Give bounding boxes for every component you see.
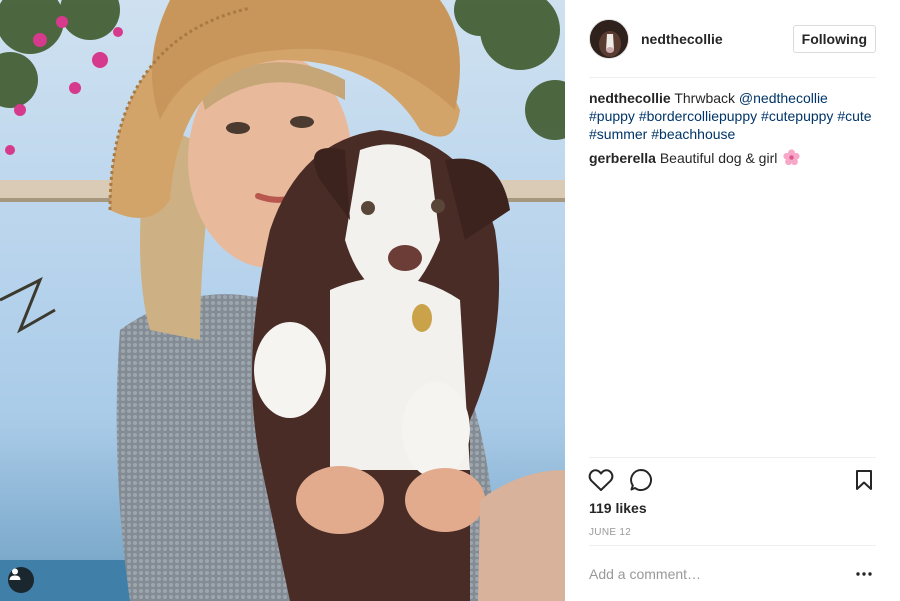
hashtag-link[interactable]: #cutepuppy xyxy=(761,108,833,124)
heart-icon xyxy=(588,469,614,491)
like-button[interactable] xyxy=(587,466,615,494)
bookmark-icon xyxy=(856,470,872,490)
hashtag-link[interactable]: #bordercolliepuppy xyxy=(639,108,757,124)
post-photo[interactable] xyxy=(0,0,565,601)
header-username[interactable]: nedthecollie xyxy=(641,31,723,47)
more-options-icon xyxy=(856,571,872,576)
hashtag-link[interactable]: #cute xyxy=(837,108,871,124)
photo-illustration xyxy=(0,0,565,601)
hashtag-link[interactable]: #puppy xyxy=(589,108,635,124)
user-tag-button[interactable] xyxy=(8,567,34,593)
post-actions xyxy=(587,466,878,494)
hashtag-link[interactable]: #summer xyxy=(589,126,647,142)
add-comment-input[interactable] xyxy=(589,561,852,586)
comment-text: Beautiful dog & girl xyxy=(659,150,778,166)
comment-username[interactable]: gerberella xyxy=(589,150,656,166)
mention-link[interactable]: @nedthecollie xyxy=(739,90,828,106)
save-button[interactable] xyxy=(850,466,878,494)
post-side-panel: nedthecollie Following nedthecollie Thrw… xyxy=(565,0,900,601)
comment-text: Thrwback xyxy=(674,90,736,106)
following-button[interactable]: Following xyxy=(792,24,876,53)
avatar-dog-image xyxy=(590,19,628,58)
profile-avatar[interactable] xyxy=(589,18,629,59)
speech-bubble-icon xyxy=(630,469,652,491)
more-options-button[interactable] xyxy=(852,562,876,586)
add-comment-section xyxy=(589,545,876,601)
comments-list: nedthecollie Thrwback @nedthecollie #pup… xyxy=(589,89,876,173)
list-item: gerberella Beautiful dog & girl xyxy=(589,149,876,167)
likes-count[interactable]: 119 likes xyxy=(589,500,647,516)
post-date[interactable]: JUNE 12 xyxy=(589,527,631,538)
user-tag-icon xyxy=(9,568,21,580)
post-header: nedthecollie Following xyxy=(589,0,876,78)
comment-button[interactable] xyxy=(627,466,655,494)
comment-username[interactable]: nedthecollie xyxy=(589,90,671,106)
divider xyxy=(589,457,876,458)
cherry-blossom-icon xyxy=(783,149,800,166)
caption-comment: nedthecollie Thrwback @nedthecollie #pup… xyxy=(589,89,876,143)
hashtag-link[interactable]: #beachhouse xyxy=(651,126,735,142)
